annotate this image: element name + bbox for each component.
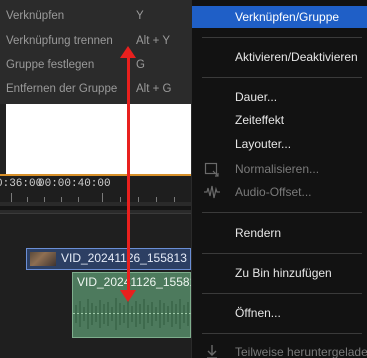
menu-item-link-group[interactable]: Verknüpfen/Gruppe (192, 6, 367, 28)
menu-item-audio-offset[interactable]: Audio-Offset... (192, 181, 367, 203)
ruler-time-label: 00:00:40:00 (38, 178, 111, 190)
audio-offset-icon (204, 185, 220, 199)
menu-separator (202, 333, 362, 334)
menu-item-label: Zu Bin hinzufügen (235, 266, 332, 280)
submenu-item-label: Verknüpfung trennen (6, 35, 113, 47)
video-clip-name: VID_20241126_155813 (61, 251, 187, 265)
timeline-scrollbar[interactable] (0, 202, 191, 214)
submenu-item-label: Gruppe festlegen (6, 59, 95, 71)
timeline-editor: Verknüpfen Y Verknüpfung trennen Alt + Y… (0, 0, 191, 358)
menu-item-open[interactable]: Öffnen... (192, 302, 367, 324)
submenu-item-shortcut: Alt + G (136, 83, 172, 95)
menu-separator (202, 253, 362, 254)
ruler-time-label: 0:36:00 (0, 178, 43, 190)
menu-item-render[interactable]: Rendern (192, 222, 367, 244)
audio-clip-name: VID_20241126_155813 (77, 275, 191, 289)
video-clip[interactable]: VID_20241126_155813 (26, 248, 191, 270)
submenu-item-shortcut: Alt + Y (136, 35, 170, 47)
menu-item-label: Dauer... (235, 90, 278, 104)
download-icon (207, 345, 217, 358)
menu-item-label: Normalisieren... (235, 162, 320, 176)
menu-item-label: Audio-Offset... (235, 185, 312, 199)
menu-item-label: Teilweise heruntergeladen (235, 345, 367, 358)
menu-separator (202, 293, 362, 294)
menu-item-label: Layouter... (235, 137, 292, 151)
menu-separator (202, 37, 362, 38)
menu-item-label: Zeiteffekt (235, 113, 285, 127)
submenu-item-unlink[interactable]: Verknüpfung trennen Alt + Y (0, 29, 191, 53)
ruler-tick (102, 193, 103, 202)
menu-item-duration[interactable]: Dauer... (192, 86, 367, 108)
submenu-item-label: Entfernen der Gruppe (6, 83, 118, 95)
timeline-ruler[interactable]: 0:36:00 00:00:40:00 (0, 174, 191, 202)
menu-item-label: Aktivieren/Deaktivieren (235, 50, 358, 64)
scrollbar-track (0, 206, 191, 210)
menu-item-layouter[interactable]: Layouter... (192, 133, 367, 155)
submenu-item-shortcut: Y (136, 10, 144, 22)
menu-item-add-to-bin[interactable]: Zu Bin hinzufügen (192, 262, 367, 284)
menu-item-normalize[interactable]: Normalisieren... (192, 158, 367, 180)
submenu-item-remove-group[interactable]: Entfernen der Gruppe Alt + G (0, 77, 191, 101)
submenu-item-set-group[interactable]: Gruppe festlegen G (0, 53, 191, 77)
clip-thumbnail (30, 252, 56, 266)
annotation-arrow-head-down (120, 290, 136, 302)
menu-item-time-effect[interactable]: Zeiteffekt (192, 109, 367, 131)
annotation-arrow-head-up (120, 46, 136, 58)
menu-item-label: Rendern (235, 226, 282, 240)
context-menu: Verknüpfen/Gruppe Aktivieren/Deaktiviere… (191, 0, 367, 358)
link-group-submenu: Verknüpfen Y Verknüpfung trennen Alt + Y… (0, 0, 191, 104)
annotation-arrow-line (127, 54, 130, 294)
submenu-item-shortcut: G (136, 59, 145, 71)
preview-window (6, 104, 191, 174)
menu-item-activate-deactivate[interactable]: Aktivieren/Deaktivieren (192, 46, 367, 68)
menu-separator (202, 212, 362, 213)
menu-item-partially-downloaded[interactable]: Teilweise heruntergeladen (192, 341, 367, 358)
submenu-item-label: Verknüpfen (6, 10, 65, 22)
normalize-icon (204, 162, 219, 177)
menu-item-label: Verknüpfen/Gruppe (235, 10, 340, 24)
menu-separator (202, 77, 362, 78)
audio-clip[interactable]: VID_20241126_155813 (72, 272, 191, 338)
menu-item-label: Öffnen... (235, 306, 281, 320)
submenu-item-link[interactable]: Verknüpfen Y (0, 4, 191, 28)
ruler-tick (11, 193, 12, 202)
